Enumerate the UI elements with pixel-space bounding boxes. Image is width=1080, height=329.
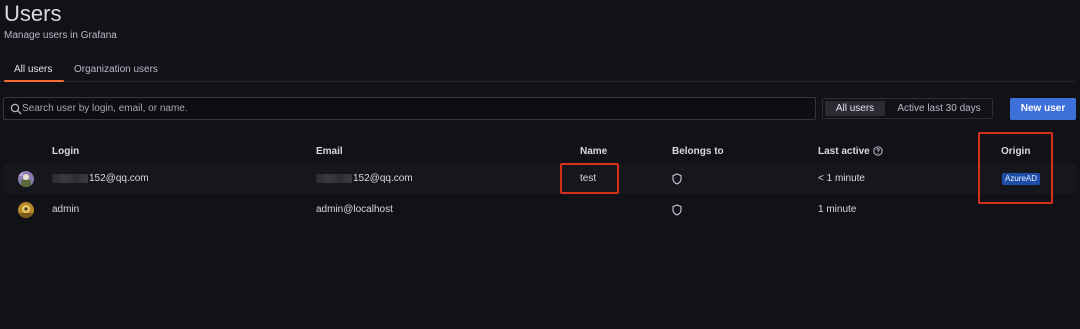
- user-login[interactable]: 152@qq.com: [52, 173, 149, 184]
- shield-icon[interactable]: [672, 173, 682, 185]
- column-header-last-active-label: Last active: [818, 146, 870, 157]
- filter-active-last-30-days[interactable]: Active last 30 days: [887, 101, 991, 116]
- user-email: 152@qq.com: [316, 173, 413, 184]
- column-header-belongs-to: Belongs to: [672, 146, 724, 157]
- name-highlight-box: [560, 163, 619, 194]
- new-user-button[interactable]: New user: [1010, 98, 1076, 120]
- active-tab-indicator: [4, 80, 64, 82]
- search-input[interactable]: [22, 98, 812, 119]
- tab-bar: All users Organization users: [0, 58, 1076, 82]
- page-title: Users: [4, 1, 62, 26]
- activity-filter: All users Active last 30 days: [822, 98, 993, 119]
- table-row[interactable]: 152@qq.com 152@qq.com test < 1 minute Az…: [4, 164, 1076, 194]
- avatar: [18, 171, 34, 187]
- search-icon: [10, 103, 22, 115]
- filter-all-users[interactable]: All users: [825, 101, 885, 116]
- page-subtitle: Manage users in Grafana: [4, 30, 117, 41]
- tab-organization-users[interactable]: Organization users: [74, 64, 158, 75]
- info-icon[interactable]: [873, 146, 883, 157]
- tab-all-users[interactable]: All users: [14, 64, 52, 75]
- origin-highlight-box: [978, 132, 1053, 204]
- column-header-last-active: Last active: [818, 146, 883, 157]
- column-header-email: Email: [316, 146, 343, 157]
- search-box[interactable]: [3, 97, 816, 120]
- user-last-active: 1 minute: [818, 204, 857, 215]
- column-header-name: Name: [580, 146, 608, 157]
- redacted-text: [52, 173, 88, 183]
- users-page: Users Manage users in Grafana All users …: [0, 0, 1080, 329]
- column-header-login: Login: [52, 146, 80, 157]
- shield-icon[interactable]: [672, 204, 682, 216]
- user-last-active: < 1 minute: [818, 173, 865, 184]
- redacted-text: [316, 173, 352, 183]
- table-row[interactable]: admin admin@localhost 1 minute: [4, 195, 1076, 225]
- avatar: [18, 202, 34, 218]
- user-login[interactable]: admin: [52, 204, 79, 215]
- user-email: admin@localhost: [316, 204, 393, 215]
